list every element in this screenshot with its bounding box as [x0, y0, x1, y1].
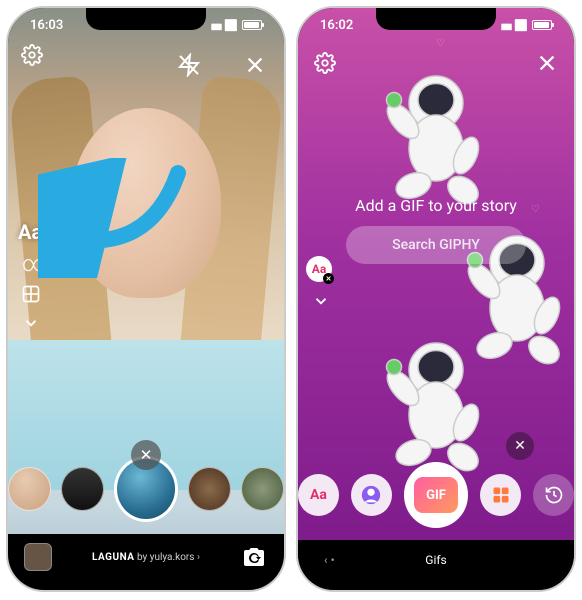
chevron-down-icon[interactable]: [22, 314, 40, 336]
mode-avatar-button[interactable]: [351, 474, 392, 516]
subject-face: [71, 108, 221, 298]
search-input[interactable]: Search GIPHY: [346, 226, 526, 264]
close-preview-button[interactable]: ✕: [506, 432, 534, 460]
gif-sticker-astronaut: [361, 58, 511, 208]
gif-sticker-astronaut: [361, 325, 511, 475]
top-rail: [20, 43, 44, 67]
story-mode-row: Aa GIF: [298, 462, 574, 528]
top-right-controls: [176, 52, 268, 78]
phone-left-camera: 16:03 Aa ∞ ✕: [6, 6, 286, 592]
flip-camera-icon[interactable]: [240, 543, 268, 571]
chevron-down-icon[interactable]: [312, 292, 330, 314]
gear-icon[interactable]: [20, 43, 44, 67]
boomerang-tool-button[interactable]: ∞: [22, 252, 45, 277]
lens-option[interactable]: [241, 467, 284, 511]
signal-icon: [211, 18, 221, 33]
mode-templates-button[interactable]: [480, 474, 521, 516]
close-filter-button[interactable]: ✕: [131, 440, 161, 470]
battery-icon: [532, 20, 552, 30]
notch: [86, 8, 206, 30]
pager-dots-icon: ‹ •: [324, 553, 335, 567]
text-tool-button[interactable]: Aa: [18, 220, 42, 244]
mode-gif-selected-shutter[interactable]: GIF: [404, 462, 468, 528]
gif-search-title: Add a GIF to your story: [298, 196, 574, 215]
status-icons: [211, 18, 262, 33]
phone-right-gif: 16:02 ♡ ♡ ♡ Add a GIF to your story Sear…: [296, 6, 576, 592]
bottom-bar: ‹ • Gifs: [298, 540, 574, 590]
signal-icon: [501, 18, 511, 33]
lens-option[interactable]: [61, 467, 104, 511]
mode-history-button[interactable]: [533, 474, 574, 516]
search-placeholder: Search GIPHY: [392, 237, 480, 253]
lens-option[interactable]: [188, 467, 231, 511]
mode-label: Gifs: [425, 553, 446, 567]
wifi-icon: [514, 18, 528, 33]
status-time: 16:03: [30, 18, 63, 33]
mode-text-button[interactable]: Aa: [298, 474, 339, 516]
filter-by-label: by: [137, 552, 147, 563]
gif-label: GIF: [414, 477, 458, 513]
heart-icon: ♡: [436, 38, 445, 49]
close-icon[interactable]: [536, 52, 558, 78]
status-icons: [501, 18, 552, 33]
battery-icon: [242, 20, 262, 30]
bottom-bar: LAGUNA by yulya.kors ›: [8, 534, 284, 590]
lens-option[interactable]: [8, 467, 51, 511]
flash-off-icon[interactable]: [176, 52, 202, 78]
wifi-icon: [224, 18, 238, 33]
close-icon[interactable]: [242, 52, 268, 78]
layout-tool-button[interactable]: [21, 284, 41, 308]
filter-attribution[interactable]: LAGUNA by yulya.kors ›: [52, 552, 240, 563]
notch: [376, 8, 496, 30]
gallery-button[interactable]: [24, 543, 52, 571]
status-time: 16:02: [320, 18, 353, 33]
filter-author-label: yulya.kors: [150, 552, 195, 563]
chevron-right-icon: ›: [197, 552, 200, 563]
filter-name-label: LAGUNA: [92, 552, 134, 563]
text-badge-button[interactable]: Aa: [306, 256, 332, 282]
gear-icon[interactable]: [314, 52, 336, 78]
